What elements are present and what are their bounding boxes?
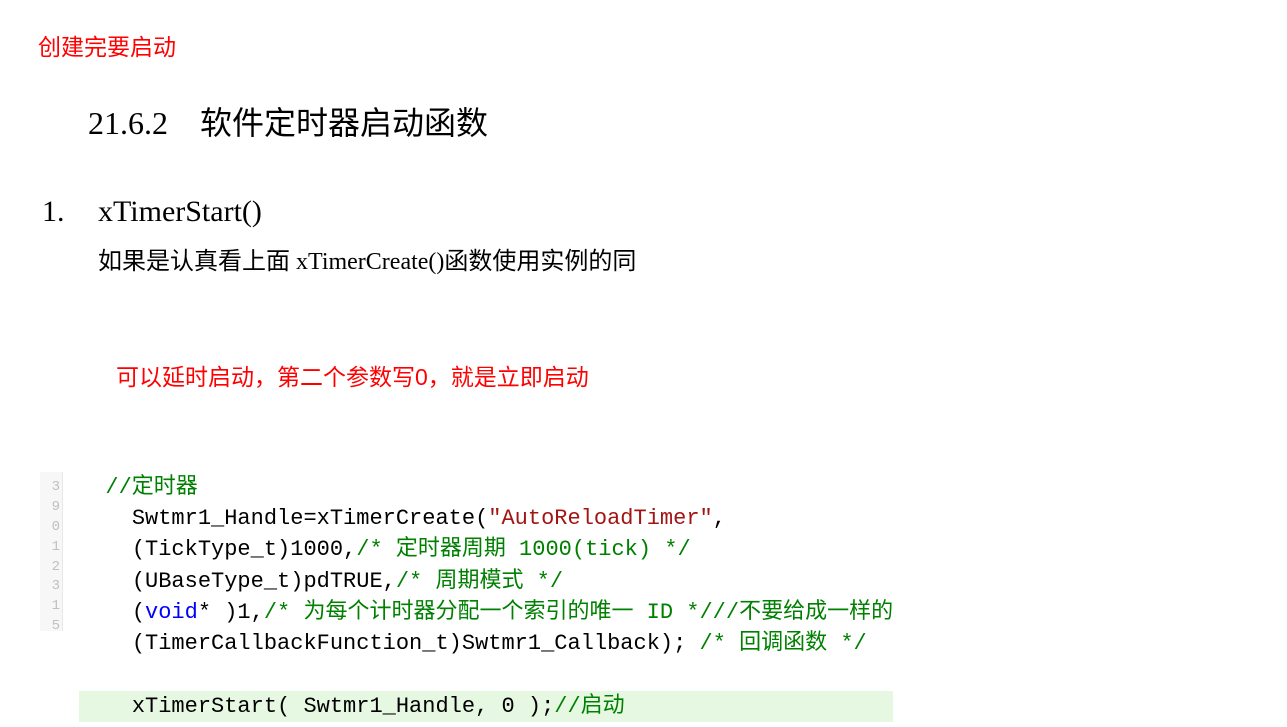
list-number: 1. [42, 195, 94, 229]
gutter-line: 3 [40, 571, 60, 591]
gutter-line: 1 [40, 591, 60, 611]
code-token: * )1, [198, 600, 264, 625]
code-token: (UBaseType_t)pdTRUE, [132, 569, 396, 594]
gutter-line: 2 [40, 552, 60, 572]
code-token: ( [132, 600, 145, 625]
code-token: xTimerStart( Swtmr1_Handle, 0 ); [132, 694, 554, 719]
code-line-gap [79, 659, 893, 690]
code-comment: /* 定时器周期 1000(tick) */ [356, 537, 690, 562]
code-comment: /* 回调函数 */ [700, 631, 867, 656]
code-line-5: (void* )1,/* 为每个计时器分配一个索引的唯一 ID *///不要给成… [79, 597, 893, 628]
annotation-delay-start: 可以延时启动，第二个参数写0，就是立即启动 [116, 358, 589, 392]
code-line-6: (TimerCallbackFunction_t)Swtmr1_Callback… [79, 628, 893, 659]
code-token: (TimerCallbackFunction_t)Swtmr1_Callback… [132, 631, 700, 656]
code-comment: //定时器 [105, 475, 197, 500]
section-title: 软件定时器启动函数 [200, 105, 488, 141]
list-item-1: 1. xTimerStart() 如果是认真看上面 xTimerCreate()… [42, 195, 636, 276]
code-line-8-highlighted: xTimerStart( Swtmr1_Handle, 0 );//启动 [79, 691, 893, 722]
code-line-2: Swtmr1_Handle=xTimerCreate("AutoReloadTi… [79, 503, 893, 534]
code-comment: /* 为每个计时器分配一个索引的唯一 ID */ [264, 600, 713, 625]
code-gutter: 3 9 0 1 2 3 1 5 [40, 472, 63, 631]
list-item-title: xTimerStart() [98, 195, 636, 229]
code-token: (TickType_t)1000, [132, 537, 356, 562]
code-keyword: void [145, 600, 198, 625]
annotation-create-then-start: 创建完要启动 [38, 28, 176, 62]
code-comment: //不要给成一样的 [713, 600, 893, 625]
gutter-line: 1 [40, 532, 60, 552]
gutter-line: 3 [40, 472, 60, 492]
list-item-desc: 如果是认真看上面 xTimerCreate()函数使用实例的同 [98, 241, 636, 276]
gutter-line: 9 [40, 492, 60, 512]
section-number: 21.6.2 [88, 105, 168, 141]
code-line-3: (TickType_t)1000,/* 定时器周期 1000(tick) */ [79, 534, 893, 565]
gutter-line: 5 [40, 611, 60, 631]
code-token: Swtmr1_Handle=xTimerCreate( [132, 506, 488, 531]
code-comment: /* 周期模式 */ [396, 569, 563, 594]
code-token: , [713, 506, 726, 531]
code-line-4: (UBaseType_t)pdTRUE,/* 周期模式 */ [79, 566, 893, 597]
gutter-line: 0 [40, 512, 60, 532]
code-text: //定时器 Swtmr1_Handle=xTimerCreate("AutoRe… [63, 472, 893, 722]
code-string: "AutoReloadTimer" [488, 506, 712, 531]
code-block: 3 9 0 1 2 3 1 5 //定时器 Swtmr1_Handle=xTim… [40, 472, 893, 722]
code-line-1: //定时器 [79, 472, 893, 503]
section-heading: 21.6.2 软件定时器启动函数 [88, 98, 488, 144]
code-comment: //启动 [554, 694, 624, 719]
